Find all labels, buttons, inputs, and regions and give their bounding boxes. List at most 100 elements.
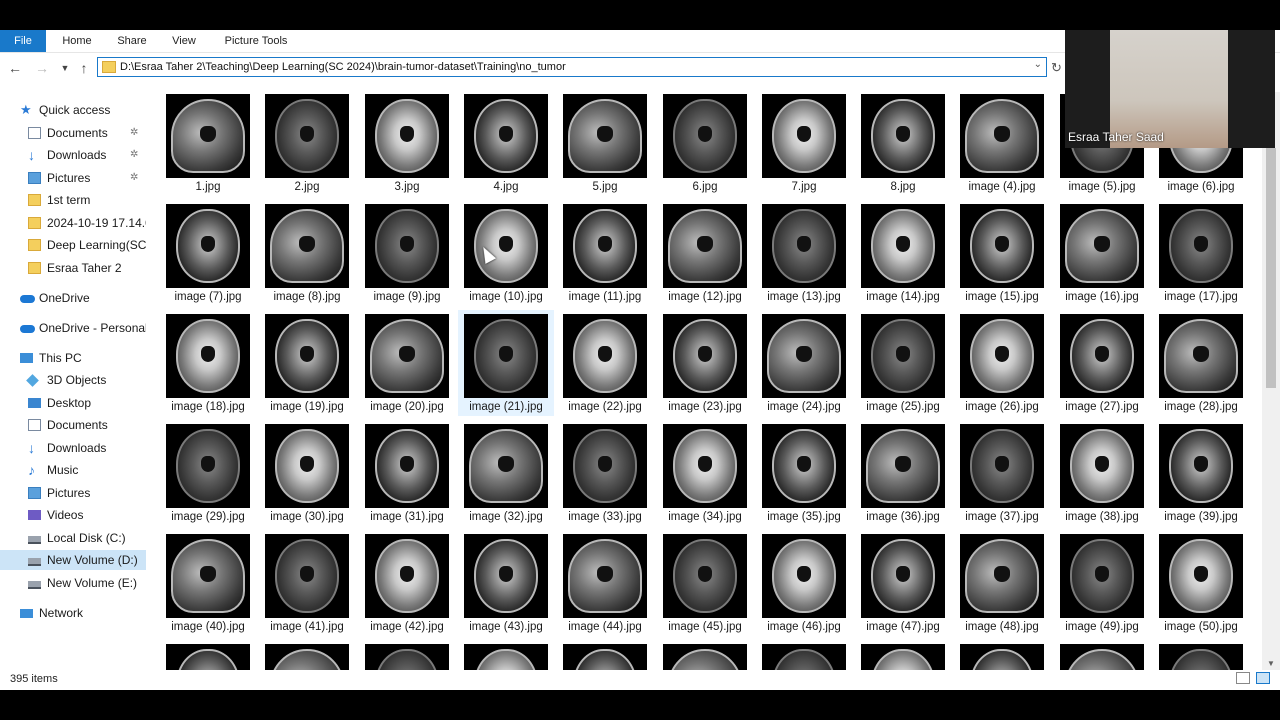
- file-item[interactable]: image (9).jpg: [359, 200, 455, 306]
- file-item[interactable]: image (4).jpg: [954, 90, 1050, 196]
- refresh-icon[interactable]: ↻: [1051, 60, 1062, 76]
- file-item[interactable]: image (7).jpg: [160, 200, 256, 306]
- file-item[interactable]: [954, 640, 1050, 670]
- sidebar-item[interactable]: Documents ✲: [0, 123, 146, 143]
- file-item[interactable]: 3.jpg: [359, 90, 455, 196]
- file-item[interactable]: [657, 640, 753, 670]
- file-item[interactable]: image (47).jpg: [855, 530, 951, 636]
- vertical-scrollbar[interactable]: ▼: [1262, 92, 1280, 670]
- file-item[interactable]: image (46).jpg: [756, 530, 852, 636]
- file-item[interactable]: [1054, 640, 1150, 670]
- sidebar-item[interactable]: Documents: [0, 415, 146, 435]
- sidebar-item[interactable]: 1st term: [0, 190, 146, 210]
- file-item[interactable]: image (21).jpg: [458, 310, 554, 416]
- arrow-left-icon[interactable]: ←: [6, 60, 24, 76]
- file-item[interactable]: image (48).jpg: [954, 530, 1050, 636]
- file-item[interactable]: [855, 640, 951, 670]
- arrow-up-icon[interactable]: ↑: [75, 60, 93, 76]
- file-item[interactable]: [259, 640, 355, 670]
- tab-share[interactable]: Share: [110, 30, 154, 52]
- file-item[interactable]: image (14).jpg: [855, 200, 951, 306]
- scroll-down-icon[interactable]: ▼: [1267, 659, 1275, 668]
- file-item[interactable]: image (23).jpg: [657, 310, 753, 416]
- file-item[interactable]: image (45).jpg: [657, 530, 753, 636]
- file-item[interactable]: 7.jpg: [756, 90, 852, 196]
- file-item[interactable]: image (30).jpg: [259, 420, 355, 526]
- file-item[interactable]: image (26).jpg: [954, 310, 1050, 416]
- sidebar-item[interactable]: OneDrive: [0, 288, 146, 308]
- sidebar-item[interactable]: 3D Objects: [0, 370, 146, 390]
- sidebar-item[interactable]: Deep Learning(SC 2: [0, 235, 146, 255]
- file-item[interactable]: image (33).jpg: [557, 420, 653, 526]
- file-item[interactable]: image (13).jpg: [756, 200, 852, 306]
- file-item[interactable]: 6.jpg: [657, 90, 753, 196]
- details-view-icon[interactable]: [1236, 672, 1250, 684]
- file-item[interactable]: image (37).jpg: [954, 420, 1050, 526]
- file-item[interactable]: image (35).jpg: [756, 420, 852, 526]
- large-icons-view-icon[interactable]: [1256, 672, 1270, 684]
- scrollbar-thumb[interactable]: [1266, 148, 1276, 388]
- file-item[interactable]: image (36).jpg: [855, 420, 951, 526]
- file-item[interactable]: image (29).jpg: [160, 420, 256, 526]
- file-item[interactable]: [160, 640, 256, 670]
- sidebar-item[interactable]: New Volume (E:): [0, 573, 146, 593]
- file-item[interactable]: image (8).jpg: [259, 200, 355, 306]
- file-item[interactable]: image (40).jpg: [160, 530, 256, 636]
- pin-icon[interactable]: ✲: [130, 168, 138, 188]
- sidebar-item[interactable]: Pictures: [0, 483, 146, 503]
- file-item[interactable]: image (34).jpg: [657, 420, 753, 526]
- file-item[interactable]: image (32).jpg: [458, 420, 554, 526]
- sidebar-item[interactable]: This PC: [0, 348, 146, 368]
- file-item[interactable]: image (20).jpg: [359, 310, 455, 416]
- tab-file[interactable]: File: [0, 30, 46, 52]
- sidebar-item[interactable]: ↓ Downloads: [0, 438, 146, 458]
- file-item[interactable]: [458, 640, 554, 670]
- file-item[interactable]: image (24).jpg: [756, 310, 852, 416]
- pin-icon[interactable]: ✲: [130, 145, 138, 165]
- file-item[interactable]: image (44).jpg: [557, 530, 653, 636]
- file-item[interactable]: 5.jpg: [557, 90, 653, 196]
- sidebar-item[interactable]: ★ Quick access: [0, 100, 146, 120]
- tab-picture-tools[interactable]: Picture Tools: [216, 30, 296, 52]
- file-item[interactable]: image (43).jpg: [458, 530, 554, 636]
- file-item[interactable]: image (11).jpg: [557, 200, 653, 306]
- file-item[interactable]: 2.jpg: [259, 90, 355, 196]
- file-item[interactable]: image (41).jpg: [259, 530, 355, 636]
- file-item[interactable]: image (39).jpg: [1153, 420, 1249, 526]
- file-item[interactable]: [359, 640, 455, 670]
- file-item[interactable]: image (10).jpg: [458, 200, 554, 306]
- file-item[interactable]: image (27).jpg: [1054, 310, 1150, 416]
- sidebar-item[interactable]: ↓ Downloads ✲: [0, 145, 146, 165]
- file-item[interactable]: [1153, 640, 1249, 670]
- file-item[interactable]: image (25).jpg: [855, 310, 951, 416]
- sidebar-item[interactable]: Desktop: [0, 393, 146, 413]
- file-item[interactable]: image (19).jpg: [259, 310, 355, 416]
- chevron-down-icon[interactable]: ⌄: [1034, 59, 1042, 70]
- sidebar-item[interactable]: Network: [0, 603, 146, 623]
- sidebar-item[interactable]: New Volume (D:): [0, 550, 146, 570]
- file-item[interactable]: image (18).jpg: [160, 310, 256, 416]
- address-path[interactable]: D:\Esraa Taher 2\Teaching\Deep Learning(…: [120, 58, 566, 76]
- sidebar-item[interactable]: 2024-10-19 17.14.08: [0, 213, 146, 233]
- sidebar-item[interactable]: Esraa Taher 2: [0, 258, 146, 278]
- file-item[interactable]: image (38).jpg: [1054, 420, 1150, 526]
- file-item[interactable]: image (49).jpg: [1054, 530, 1150, 636]
- address-bar[interactable]: D:\Esraa Taher 2\Teaching\Deep Learning(…: [97, 57, 1047, 77]
- sidebar-item[interactable]: Local Disk (C:): [0, 528, 146, 548]
- file-item[interactable]: image (17).jpg: [1153, 200, 1249, 306]
- file-item[interactable]: image (31).jpg: [359, 420, 455, 526]
- chevron-down-icon[interactable]: ▼: [56, 60, 74, 76]
- sidebar-item[interactable]: OneDrive - Personal: [0, 318, 146, 338]
- file-item[interactable]: image (22).jpg: [557, 310, 653, 416]
- sidebar-item[interactable]: Videos: [0, 505, 146, 525]
- file-item[interactable]: image (50).jpg: [1153, 530, 1249, 636]
- sidebar-item[interactable]: Pictures ✲: [0, 168, 146, 188]
- file-item[interactable]: 8.jpg: [855, 90, 951, 196]
- file-item[interactable]: 4.jpg: [458, 90, 554, 196]
- file-item[interactable]: image (42).jpg: [359, 530, 455, 636]
- tab-home[interactable]: Home: [54, 30, 100, 52]
- pin-icon[interactable]: ✲: [130, 123, 138, 143]
- arrow-right-icon[interactable]: →: [33, 60, 51, 76]
- file-item[interactable]: [557, 640, 653, 670]
- file-item[interactable]: image (12).jpg: [657, 200, 753, 306]
